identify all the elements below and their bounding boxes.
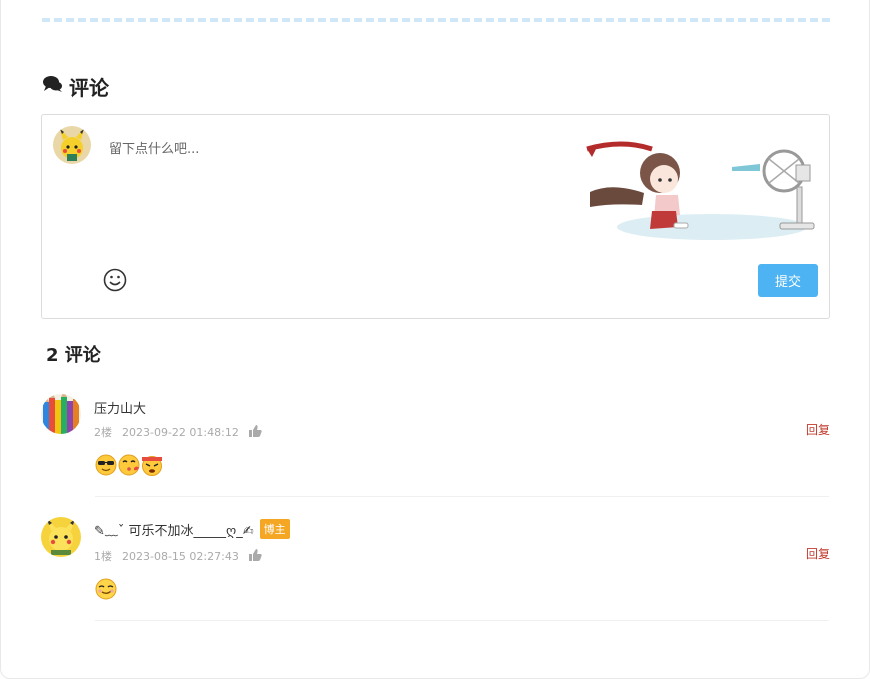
comment-meta: 1楼 2023-08-15 02:27:43 xyxy=(94,548,262,564)
comment-time: 2023-09-22 01:48:12 xyxy=(122,425,239,439)
comment-bubbles-icon xyxy=(43,74,63,98)
comment-content xyxy=(95,578,117,600)
commenter-name[interactable]: 压力山大 xyxy=(94,398,146,417)
comment-content xyxy=(95,454,163,476)
comment-floor: 2楼 xyxy=(94,426,112,439)
comments-heading: 评论 xyxy=(43,72,109,100)
smirk-face-emoji xyxy=(95,578,117,600)
comment-time: 2023-08-15 02:27:43 xyxy=(122,549,239,563)
girl-with-fan-illustration xyxy=(582,137,820,249)
comment-count-title: 2 评论 xyxy=(46,345,101,366)
comment-meta: 2楼 2023-09-22 01:48:12 xyxy=(94,424,262,440)
comment-floor: 1楼 xyxy=(94,550,112,563)
angry-headband-emoji xyxy=(142,456,162,476)
commenter-name[interactable]: ✎﹏ˇ 可乐不加冰_____ღ_✍ 博主 xyxy=(94,519,290,539)
thumbs-up-icon[interactable] xyxy=(248,548,262,564)
submit-button[interactable]: 提交 xyxy=(758,264,818,297)
commenter-avatar[interactable] xyxy=(41,517,81,557)
comment-item: ✎﹏ˇ 可乐不加冰_____ღ_✍ 博主 1楼 2023-08-15 02:27… xyxy=(0,516,870,636)
reply-link[interactable]: 回复 xyxy=(806,421,830,438)
comments-heading-label: 评论 xyxy=(69,75,109,100)
cool-face-emoji xyxy=(95,454,117,476)
commenter-name-label: ✎﹏ˇ 可乐不加冰_____ღ_✍ xyxy=(94,523,254,539)
comment-divider xyxy=(95,496,829,497)
kissing-face-emoji xyxy=(118,454,140,476)
thumbs-up-icon[interactable] xyxy=(248,424,262,440)
commenter-name-label: 压力山大 xyxy=(94,402,147,417)
comment-item: 压力山大 2楼 2023-09-22 01:48:12 回复 xyxy=(0,392,870,512)
commenter-avatar[interactable] xyxy=(41,394,81,434)
dashed-divider xyxy=(42,18,830,22)
blogger-badge: 博主 xyxy=(259,519,290,539)
emoji-picker-icon[interactable] xyxy=(102,267,128,293)
reply-link[interactable]: 回复 xyxy=(806,545,830,562)
current-user-avatar xyxy=(53,126,91,164)
comment-input[interactable]: 留下点什么吧... xyxy=(109,138,199,157)
comment-editor[interactable]: 留下点什么吧... 提交 xyxy=(41,114,830,319)
comment-divider xyxy=(95,620,829,621)
